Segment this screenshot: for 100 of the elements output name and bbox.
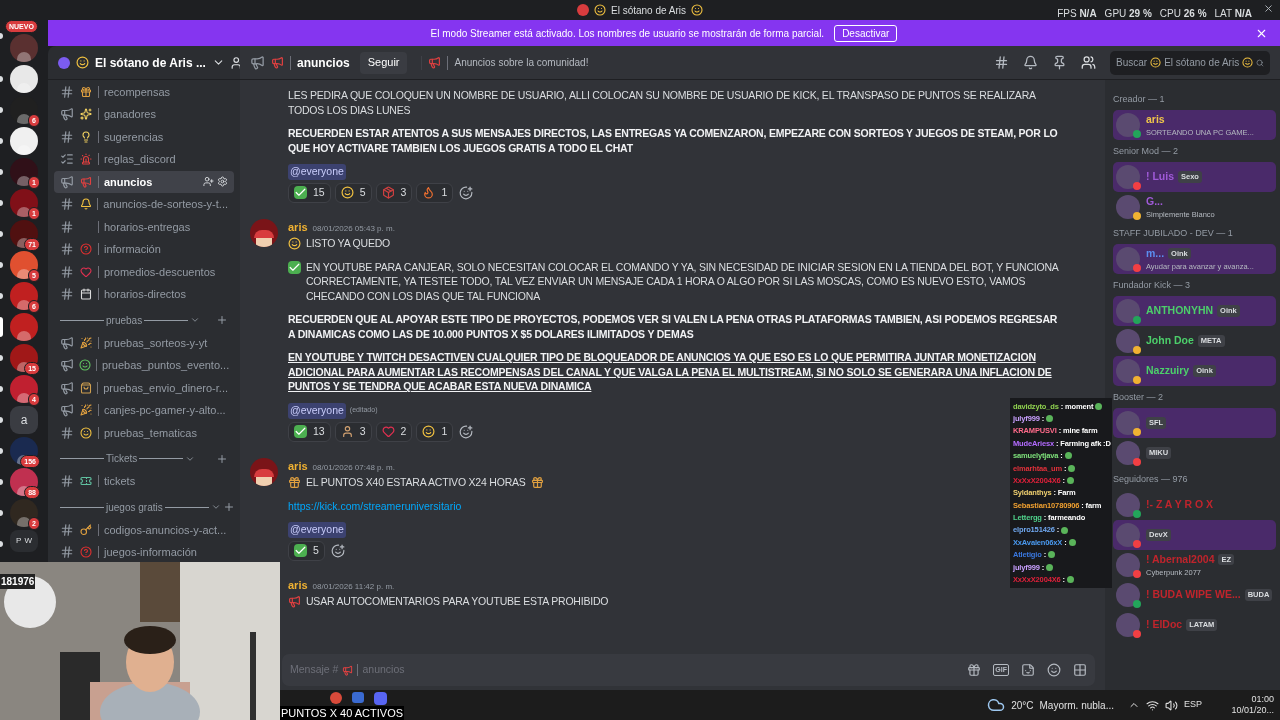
channel-item[interactable]: recompensas [54,81,234,103]
channel-item[interactable]: ganadores [54,103,234,125]
category-line [60,506,104,508]
author-name[interactable]: aris [288,457,308,474]
sticker-icon[interactable] [1021,663,1035,677]
server-icon[interactable] [10,344,38,372]
member-avatar [1116,441,1140,465]
language-indicator[interactable]: ESP [1184,698,1202,712]
mention[interactable]: @everyone [288,522,346,538]
category-name[interactable]: juegos gratis [106,499,163,515]
reaction[interactable]: 1 [416,421,454,442]
add-channel-icon[interactable] [222,501,235,513]
category-name[interactable]: pruebas [106,312,143,328]
author-name[interactable]: aris [288,218,308,236]
server-icon[interactable] [10,437,38,465]
channel-item[interactable]: promedios-descuentos [54,261,234,283]
member-avatar [1116,195,1140,219]
member-group-title: Booster — 2 [1113,391,1165,405]
mention[interactable]: @everyone [288,164,346,180]
pin-icon[interactable] [1052,55,1067,70]
member-group-title: Seguidores — 976 [1113,473,1189,487]
server-name[interactable]: El sótano de Aris ... [95,53,206,72]
server-icon[interactable] [10,127,38,155]
follow-button[interactable]: Seguir [359,51,408,74]
gift-icon[interactable] [967,663,982,677]
channel-item[interactable]: horarios-entregas [54,216,234,238]
reaction[interactable]: 3 [375,182,413,203]
channel-item[interactable]: pruebas_envio_dinero-r... [54,377,234,399]
taskbar-app-icon[interactable] [330,692,342,704]
add-channel-icon[interactable] [216,314,228,326]
channel-item[interactable]: anuncios-de-sorteos-y-t... [54,193,234,215]
invite-icon[interactable] [203,176,214,188]
category-line [60,319,104,321]
bell-icon[interactable] [1023,55,1038,70]
wifi-icon[interactable] [1146,698,1159,712]
reaction[interactable]: 13 [288,421,331,442]
mention[interactable]: @everyone [288,402,346,419]
box-icon [381,186,395,200]
search-icon [1256,56,1264,69]
reaction[interactable]: 5 [334,182,372,203]
reaction[interactable]: 5 [288,540,325,561]
server-icon[interactable] [10,65,38,93]
server-icon[interactable]: a [10,406,38,434]
member-name: ! BUDA WIPE WE... [1146,587,1241,603]
category-name[interactable]: Tickets [106,451,138,466]
server-icon[interactable] [10,251,38,279]
message-text: LISTO YA QUEDO [306,236,390,251]
reaction[interactable]: 2 [375,421,413,442]
reaction[interactable]: 3 [334,421,372,442]
category-line [164,506,209,508]
megaphone-icon [428,56,442,69]
channel-item[interactable]: tickets [54,470,234,492]
apps-icon[interactable] [1073,663,1087,677]
deactivate-button[interactable]: Desactivar [834,24,898,42]
invite-icon[interactable] [230,55,240,70]
channel-name: recompensas [104,84,171,100]
channel-name: información [104,242,161,257]
lightbulb-icon [80,130,92,143]
avatar[interactable] [250,457,278,486]
key-icon [80,523,92,536]
channel-item[interactable]: pruebas_tematicas [54,422,234,444]
avatar[interactable] [250,218,278,247]
emoji-icon[interactable] [1047,663,1061,677]
channel-item[interactable]: anuncios [54,171,234,193]
channel-item[interactable]: reglas_discord [54,148,234,170]
search-field[interactable]: Buscar El sótano de Aris [1110,50,1270,75]
channel-item[interactable]: sugerencias [54,126,234,148]
members-icon[interactable] [1081,55,1096,70]
close-icon[interactable] [1263,3,1274,14]
reaction[interactable]: 15 [288,182,331,203]
add-reaction-icon[interactable] [459,185,474,200]
gift-icon [530,476,544,489]
perf-stat: FPS N/A [1057,6,1097,21]
member-avatar [1116,165,1140,189]
server-folder[interactable]: P W [10,530,38,552]
taskbar-app-icon[interactable] [352,692,364,703]
channel-item[interactable]: juegos-información [54,541,234,563]
channel-name: tickets [104,474,136,489]
author-name[interactable]: aris [288,576,308,594]
add-channel-icon[interactable] [216,452,228,465]
message-time: 08/01/2026 11:42 p. m. [312,580,395,593]
add-reaction-icon[interactable] [330,543,345,558]
taskbar-app-icon[interactable] [374,692,387,705]
server-icon[interactable] [10,220,38,248]
hash-icon [60,522,74,537]
message-link[interactable]: https://kick.com/streameruniversitario [288,498,462,513]
channel-item[interactable]: canjes-pc-gamer-y-alto... [54,399,234,421]
channel-item[interactable]: codigos-anuncios-y-act... [54,519,234,541]
member-avatar [1116,359,1140,383]
add-reaction-icon[interactable] [459,424,474,439]
channel-item[interactable]: horarios-directos [54,283,234,305]
volume-icon[interactable] [1165,698,1178,712]
channel-item[interactable]: información [54,238,234,260]
reaction[interactable]: 1 [416,182,454,203]
channel-item[interactable]: pruebas_sorteos-y-yt [54,332,234,354]
server-icon[interactable] [10,468,38,496]
channel-item[interactable]: pruebas_puntos_evento... [54,354,234,376]
settings-icon[interactable] [217,176,228,188]
channel-title: anuncios [297,54,350,72]
threads-icon[interactable] [994,55,1009,70]
